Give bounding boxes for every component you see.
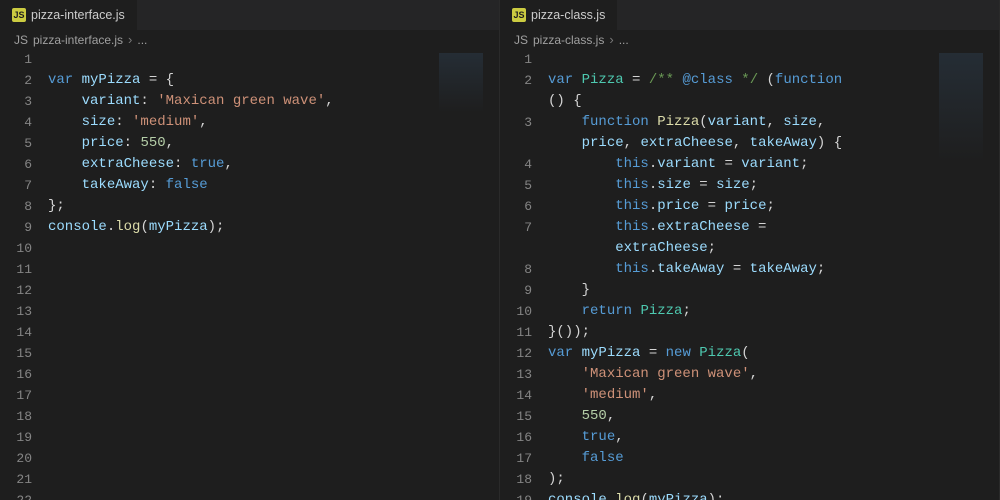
chevron-right-icon: › (128, 32, 132, 47)
editor-right[interactable]: 12 3 4567 8910111213141516171819 var Piz… (500, 49, 999, 500)
breadcrumb-file: pizza-interface.js (33, 33, 123, 47)
line-number-gutter: 12 3 4567 8910111213141516171819 (500, 49, 548, 500)
breadcrumb-rest: ... (137, 33, 147, 47)
tab-bar: JS pizza-class.js (500, 0, 999, 30)
vertical-scrollbar[interactable] (987, 49, 999, 500)
line-number-gutter: 12345678910111213141516171819202122 (0, 49, 48, 500)
tab-filename: pizza-interface.js (31, 8, 125, 22)
minimap[interactable] (935, 49, 987, 500)
editor-pane-right: JS pizza-class.js JS pizza-class.js › ..… (500, 0, 1000, 500)
minimap-thumb (439, 53, 483, 113)
chevron-right-icon: › (609, 32, 613, 47)
js-file-icon: JS (12, 8, 26, 22)
tab-bar: JS pizza-interface.js (0, 0, 499, 30)
breadcrumb-rest: ... (619, 33, 629, 47)
js-file-icon: JS (512, 8, 526, 22)
editor-left[interactable]: 12345678910111213141516171819202122 var … (0, 49, 499, 500)
tab-filename: pizza-class.js (531, 8, 605, 22)
breadcrumb-left[interactable]: JS pizza-interface.js › ... (0, 30, 499, 49)
js-file-icon: JS (14, 33, 28, 47)
js-file-icon: JS (514, 33, 528, 47)
code-area[interactable]: var myPizza = { variant: 'Maxican green … (48, 49, 435, 500)
editor-pane-left: JS pizza-interface.js JS pizza-interface… (0, 0, 500, 500)
tab-pizza-interface[interactable]: JS pizza-interface.js (0, 0, 137, 30)
minimap-thumb (939, 53, 983, 163)
code-area[interactable]: var Pizza = /** @class */ (function () {… (548, 49, 935, 500)
vertical-scrollbar[interactable] (487, 49, 499, 500)
breadcrumb-right[interactable]: JS pizza-class.js › ... (500, 30, 999, 49)
minimap[interactable] (435, 49, 487, 500)
breadcrumb-file: pizza-class.js (533, 33, 604, 47)
tab-pizza-class[interactable]: JS pizza-class.js (500, 0, 617, 30)
